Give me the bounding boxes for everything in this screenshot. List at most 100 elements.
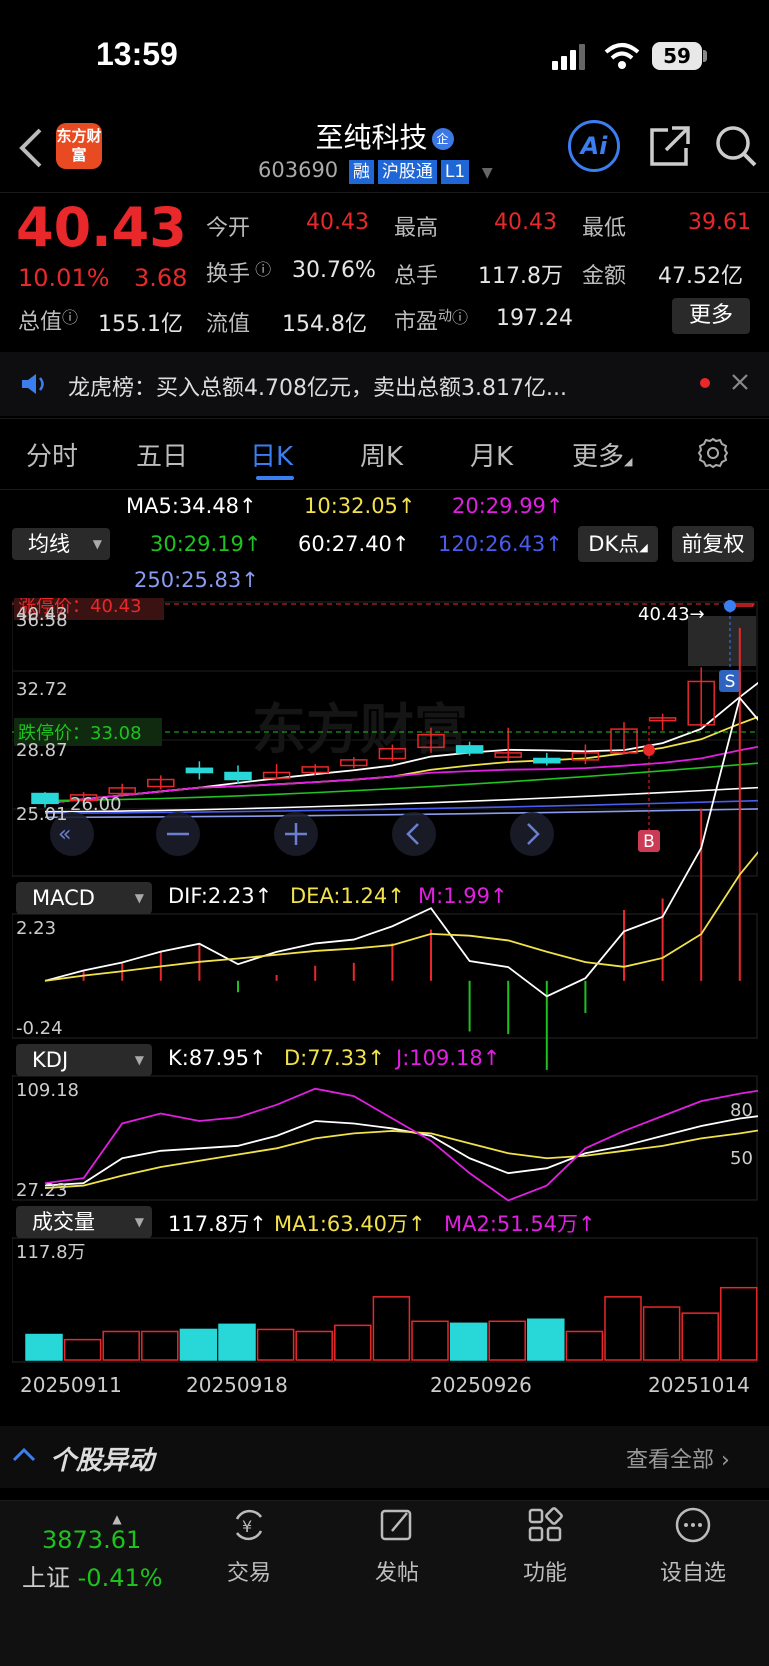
close-icon[interactable] (730, 372, 750, 392)
macd-select[interactable]: MACD ▼ (16, 882, 152, 914)
tab-more[interactable]: 更多◢ (572, 436, 632, 473)
date-label-4: 20251014 (648, 1373, 750, 1397)
nav-low-label: 26.00 (70, 794, 122, 815)
nav-watchlist[interactable]: 设自选 (638, 1505, 748, 1587)
sell-mark-label: S (725, 672, 736, 692)
nav-post[interactable]: 发帖 (342, 1505, 452, 1587)
share-icon[interactable] (648, 124, 692, 168)
macd-dea: DEA:1.24↑ (290, 884, 405, 908)
chevron-up-icon[interactable] (12, 1444, 36, 1464)
price-adjust-button[interactable]: 前复权 (672, 526, 754, 562)
unread-dot (700, 378, 710, 388)
scroll-right-button[interactable] (510, 812, 554, 856)
volume-bar (565, 1330, 604, 1361)
tab-weekly-k[interactable]: 周K (360, 436, 403, 473)
y-label-2: 36.58 (16, 610, 68, 631)
buy-point-dot (643, 744, 655, 756)
edit-icon (342, 1505, 452, 1555)
index-panel[interactable]: ▲ 3873.61 上证 -0.41% (22, 1512, 172, 1593)
open-value: 40.43 (306, 210, 369, 235)
low-label: 最低 (582, 216, 627, 241)
stock-name: 至纯科技 (315, 121, 428, 154)
wifi-icon (604, 42, 640, 70)
dk-point-button[interactable]: DK点◢ (578, 526, 658, 562)
volume-bar (449, 1322, 488, 1361)
tag-margin: 融 (348, 160, 374, 184)
kdj-panel-frame (12, 1075, 758, 1201)
volume-bar (411, 1320, 449, 1361)
scroll-left-button[interactable] (392, 812, 436, 856)
high-value: 40.43 (494, 210, 557, 235)
volume-ma1: MA1:63.40万↑ (274, 1212, 426, 1236)
pe-value: 197.24 (496, 306, 573, 331)
kdj-k: K:87.95↑ (168, 1046, 267, 1070)
volume-bar (720, 1286, 758, 1361)
market-cap-label: 总值ⓘ (18, 308, 79, 335)
ai-button[interactable]: Ai (568, 120, 620, 172)
change-amount: 3.68 (134, 264, 188, 292)
volume-bar (63, 1338, 102, 1361)
latest-price-label: 40.43→ (638, 604, 705, 625)
double-chevron-left-icon: « (58, 822, 71, 847)
date-label-3: 20250926 (430, 1373, 532, 1397)
macd-y-bottom: -0.24 (16, 1018, 63, 1039)
info-icon[interactable]: ⓘ (250, 260, 271, 279)
info-icon[interactable]: ⓘ (62, 308, 78, 327)
chevron-down-icon: ▼ (134, 891, 144, 905)
ma-line-slow-0 (44, 762, 758, 802)
kdj-select[interactable]: KDJ ▼ (16, 1044, 152, 1076)
chevron-down-icon: ▼ (134, 1053, 144, 1067)
speaker-icon (20, 372, 48, 396)
volume-y-top: 117.8万 (16, 1242, 86, 1263)
kdj-y-top: 109.18 (16, 1080, 79, 1101)
ma-select[interactable]: 均线 ▼ (12, 528, 110, 560)
nav-trade[interactable]: ¥ 交易 (194, 1505, 304, 1587)
volume-value: 117.8万 (478, 264, 563, 289)
volume-bar (218, 1323, 256, 1361)
amount-value: 47.52亿 (658, 264, 743, 289)
ma-legend-60: 60:27.40↑ (298, 532, 410, 556)
chevron-down-icon[interactable]: ▼ (482, 165, 493, 181)
more-button[interactable]: 更多 (672, 298, 750, 334)
settings-gear-icon[interactable] (696, 436, 730, 470)
ma-legend-120: 120:26.43↑ (438, 532, 563, 556)
tab-daily-k[interactable]: 日K (250, 436, 293, 473)
ma-legend-250: 250:25.83↑ (134, 568, 259, 592)
volume-bar (102, 1330, 140, 1361)
volume-bar (295, 1330, 333, 1361)
open-label: 今开 (206, 216, 251, 241)
nav-trade-label: 交易 (226, 1561, 271, 1586)
signal-icon (552, 44, 592, 70)
date-label-2: 20250918 (186, 1373, 288, 1397)
index-value: 3873.61 (42, 1526, 142, 1554)
nav-functions[interactable]: 功能 (490, 1505, 600, 1587)
float-cap-value: 154.8亿 (282, 312, 367, 337)
corner-caret-icon: ◢ (624, 455, 633, 468)
volume-bar (681, 1312, 719, 1361)
info-icon[interactable]: ⓘ (452, 308, 468, 327)
date-label-1: 20250911 (20, 1373, 122, 1397)
turnover-value: 30.76% (292, 258, 376, 283)
grid-icon (490, 1505, 600, 1555)
tag-level: L1 (440, 160, 470, 184)
ma-legend-10: 10:32.05↑ (304, 494, 416, 518)
market-cap-value: 155.1亿 (98, 312, 183, 337)
high-label: 最高 (394, 216, 439, 241)
notice-text[interactable]: 龙虎榜：买入总额4.708亿元，卖出总额3.817亿... (68, 370, 648, 402)
y-label-3: 32.72 (16, 679, 68, 700)
tab-monthly-k[interactable]: 月K (470, 436, 513, 473)
kdj-ref-50: 50 (730, 1148, 753, 1169)
search-icon[interactable] (714, 124, 758, 170)
volume-bar (141, 1330, 179, 1361)
volume-select[interactable]: 成交量 ▼ (16, 1206, 152, 1238)
change-pct: 10.01% (18, 264, 110, 292)
tab-intraday[interactable]: 分时 (26, 436, 78, 473)
tab-five-day[interactable]: 五日 (136, 436, 188, 473)
view-all-link[interactable]: 查看全部 › (626, 1442, 730, 1474)
macd-dif: DIF:2.23↑ (168, 884, 273, 908)
volume-ma2: MA2:51.54万↑ (444, 1212, 596, 1236)
chevron-right-icon: › (714, 1448, 730, 1473)
buy-mark-label: B (643, 832, 655, 852)
nav-watchlist-label: 设自选 (659, 1561, 726, 1586)
stock-code: 603690 (258, 158, 339, 182)
